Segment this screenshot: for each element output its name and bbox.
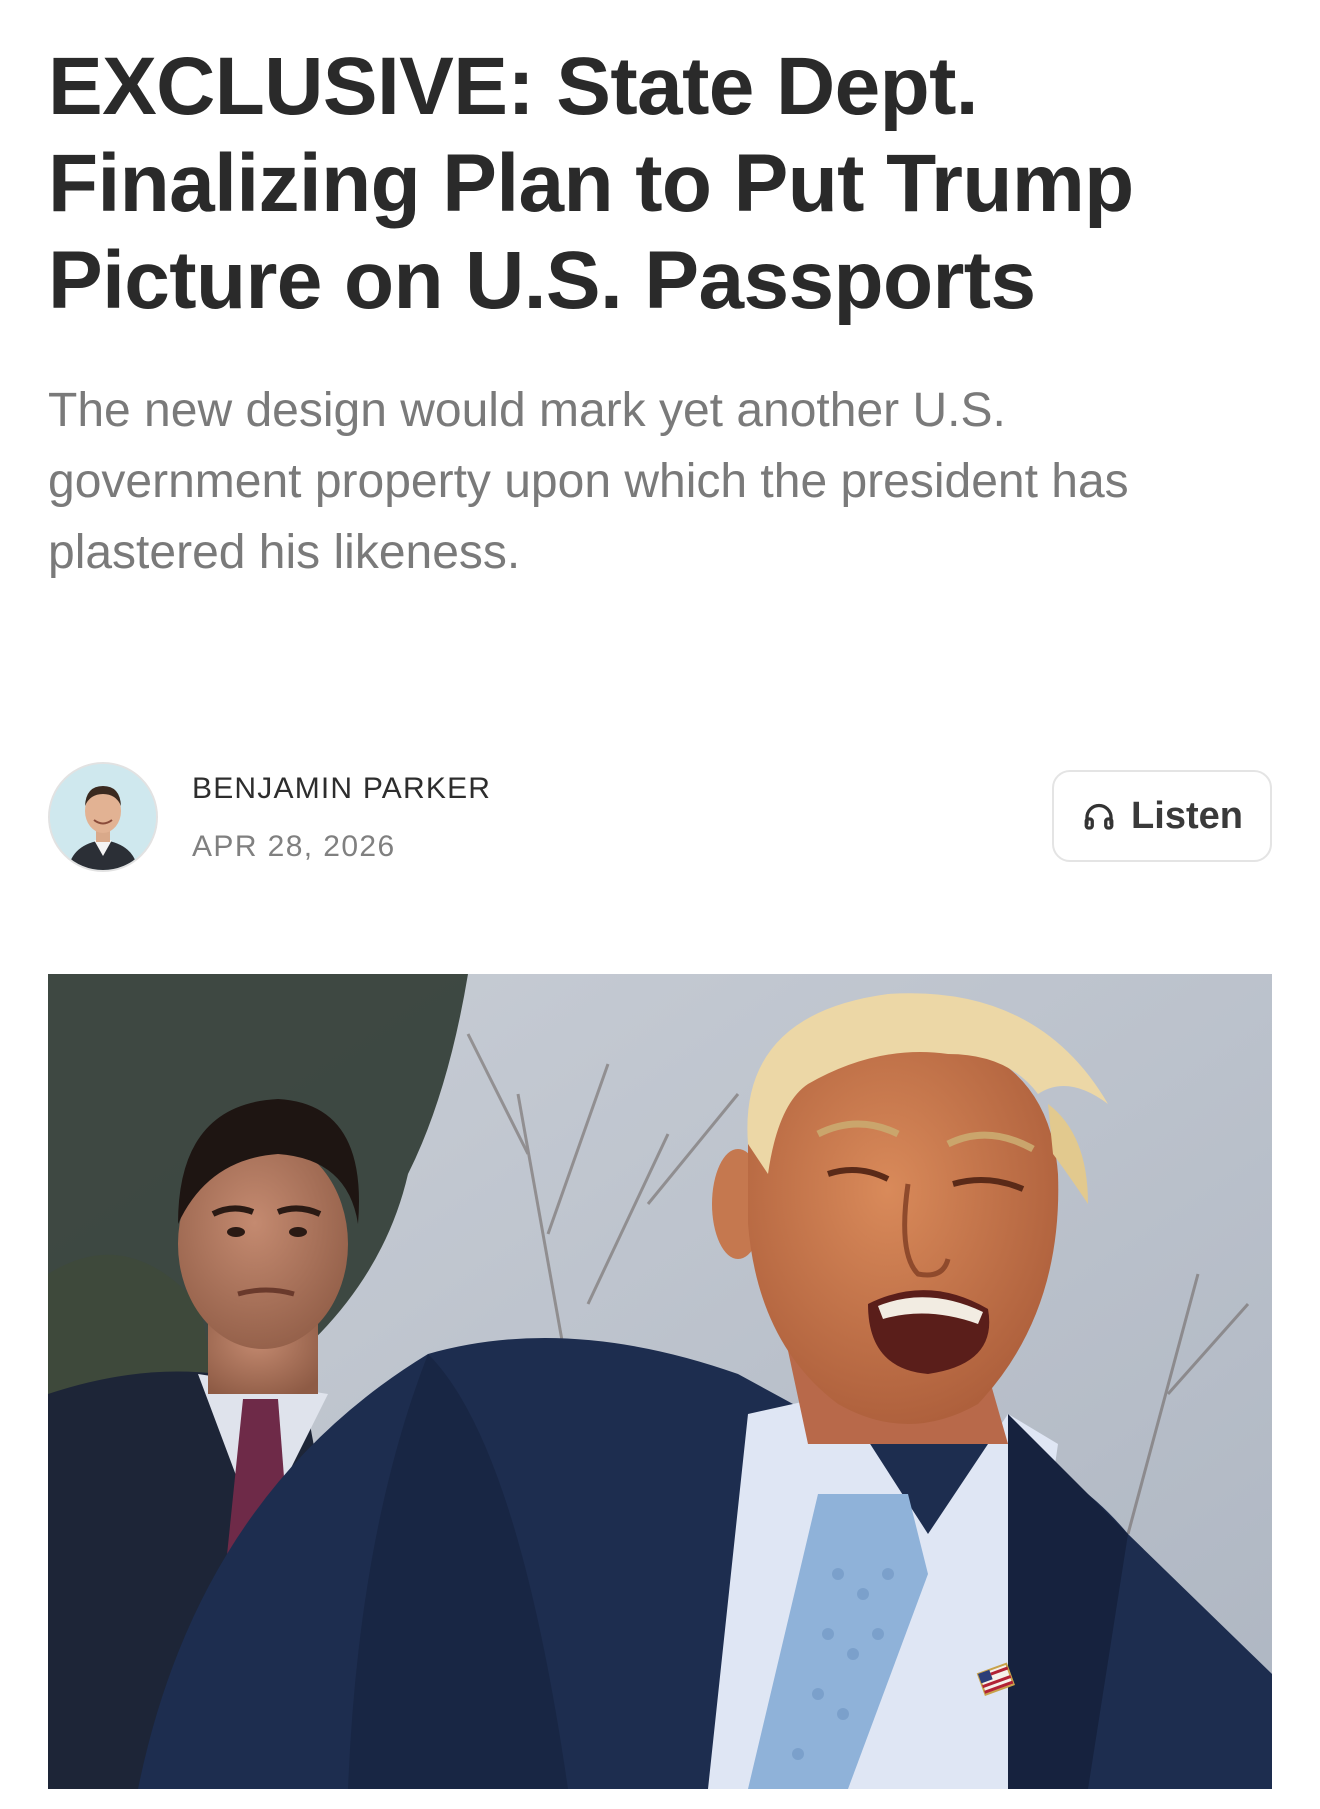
author-name[interactable]: BENJAMIN PARKER — [192, 772, 491, 806]
article-headline: EXCLUSIVE: State Dept. Finalizing Plan t… — [48, 41, 1134, 326]
hero-photo[interactable] — [48, 974, 1272, 1789]
byline: BENJAMIN PARKER APR 28, 2026 Listen — [48, 762, 1272, 872]
article-subtitle: The new design would mark yet another U.… — [48, 384, 1129, 579]
author-avatar-image — [50, 764, 156, 870]
article-header: EXCLUSIVE: State Dept. Finalizing Plan t… — [48, 0, 1272, 872]
hero-photo-illustration — [48, 974, 1272, 1789]
listen-button[interactable]: Listen — [1052, 770, 1272, 862]
author-avatar[interactable] — [48, 762, 158, 872]
publish-date: APR 28, 2026 — [192, 830, 396, 863]
listen-label: Listen — [1131, 794, 1243, 837]
headphones-icon — [1081, 798, 1117, 834]
